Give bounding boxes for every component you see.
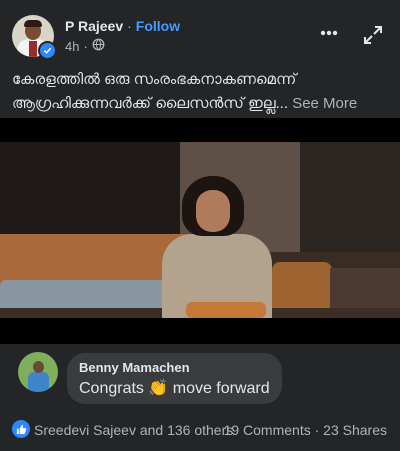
comments-count[interactable]: 19 Comments xyxy=(224,422,311,438)
more-options-icon[interactable] xyxy=(318,24,340,42)
globe-icon xyxy=(92,38,105,54)
verified-badge-icon xyxy=(38,41,57,60)
comment-text: Congrats 👏 move forward xyxy=(79,380,270,397)
post-header: P Rajeev · Follow 4h · xyxy=(0,0,400,64)
caption-text: കേരളത്തിൽ ഒരു സംരംഭകനാകണമെന്ന് ആഗ്രഹിക്ക… xyxy=(12,71,297,112)
shares-count[interactable]: 23 Shares xyxy=(323,422,387,438)
post-time[interactable]: 4h xyxy=(65,39,79,54)
comment-bubble[interactable]: Benny Mamachen Congrats 👏 move forward xyxy=(67,353,282,404)
commenter-name[interactable]: Benny Mamachen xyxy=(79,360,190,375)
author-name[interactable]: P Rajeev xyxy=(65,18,123,34)
author-line: P Rajeev · Follow xyxy=(65,18,180,34)
video-player[interactable] xyxy=(0,118,400,344)
see-more-link[interactable]: See More xyxy=(292,95,357,112)
counts-separator: · xyxy=(314,422,320,438)
name-separator: · xyxy=(127,18,132,34)
comment-item: Benny Mamachen Congrats 👏 move forward xyxy=(0,344,400,414)
meta-separator: · xyxy=(83,38,88,54)
reactions-summary[interactable]: Sreedevi Sajeev and 136 others xyxy=(34,422,233,438)
video-frame xyxy=(0,142,400,318)
like-reaction-icon xyxy=(12,420,30,438)
post-footer: Sreedevi Sajeev and 136 others 19 Commen… xyxy=(0,418,400,444)
expand-icon[interactable] xyxy=(362,24,384,46)
engagement-counts: 19 Comments · 23 Shares xyxy=(224,422,387,438)
commenter-avatar[interactable] xyxy=(18,352,58,392)
post-meta: 4h · xyxy=(65,38,105,54)
follow-button[interactable]: Follow xyxy=(136,18,180,34)
post-caption: കേരളത്തിൽ ഒരു സംരംഭകനാകണമെന്ന് ആഗ്രഹിക്ക… xyxy=(12,68,388,116)
